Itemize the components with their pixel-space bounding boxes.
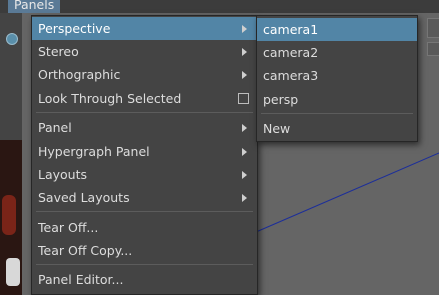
submenu-item-new[interactable]: New <box>257 117 417 140</box>
menu-item-label: Layouts <box>38 167 88 182</box>
menu-separator <box>36 112 253 113</box>
submenu-arrow-icon <box>242 194 247 202</box>
menu-item-saved-layouts[interactable]: Saved Layouts <box>32 186 257 209</box>
panels-menu-button[interactable]: Panels <box>8 0 61 13</box>
menu-item-perspective[interactable]: Perspective <box>32 17 257 40</box>
submenu-arrow-icon <box>242 71 247 79</box>
tool-icon[interactable] <box>6 33 18 45</box>
menu-bar: Panels <box>0 0 439 13</box>
menu-item-tear-off-copy[interactable]: Tear Off Copy... <box>32 239 257 262</box>
menu-item-panel[interactable]: Panel <box>32 116 257 139</box>
menu-item-label: Perspective <box>38 21 111 36</box>
menu-item-stereo[interactable]: Stereo <box>32 40 257 63</box>
menu-item-tear-off[interactable]: Tear Off... <box>32 216 257 239</box>
panel-toolbar-icon[interactable] <box>427 18 439 38</box>
menu-item-hypergraph-panel[interactable]: Hypergraph Panel <box>32 140 257 163</box>
menu-item-label: persp <box>263 92 299 107</box>
submenu-arrow-icon <box>242 148 247 156</box>
viewport-character-detail <box>2 195 16 235</box>
submenu-arrow-icon <box>242 124 247 132</box>
panels-dropdown-menu: Perspective Stereo Orthographic Look Thr… <box>31 15 258 295</box>
menu-item-label: Orthographic <box>38 67 121 82</box>
menu-item-label: Tear Off... <box>38 220 99 235</box>
menu-item-panel-editor[interactable]: Panel Editor... <box>32 268 257 291</box>
menu-separator <box>36 264 253 265</box>
menu-item-label: camera2 <box>263 45 319 60</box>
menu-item-label: Panel <box>38 120 72 135</box>
submenu-item-camera2[interactable]: camera2 <box>257 41 417 64</box>
menu-item-layouts[interactable]: Layouts <box>32 163 257 186</box>
menu-item-label: camera3 <box>263 68 319 83</box>
menu-item-label: Saved Layouts <box>38 190 130 205</box>
menu-item-label: Hypergraph Panel <box>38 144 150 159</box>
menu-item-label: Stereo <box>38 44 79 59</box>
menu-item-label: Panel Editor... <box>38 272 124 287</box>
menu-item-label: New <box>263 121 291 136</box>
menu-item-label: camera1 <box>263 22 319 37</box>
perspective-submenu: camera1 camera2 camera3 persp New <box>256 15 418 142</box>
submenu-item-persp[interactable]: persp <box>257 88 417 111</box>
menu-item-label: Tear Off Copy... <box>38 243 133 258</box>
submenu-arrow-icon <box>242 25 247 33</box>
menu-item-look-through-selected[interactable]: Look Through Selected <box>32 87 257 110</box>
submenu-item-camera3[interactable]: camera3 <box>257 64 417 87</box>
menu-item-orthographic[interactable]: Orthographic <box>32 63 257 86</box>
menu-separator <box>261 113 413 114</box>
menu-separator <box>36 211 253 212</box>
menu-item-label: Look Through Selected <box>38 91 182 106</box>
submenu-item-camera1[interactable]: camera1 <box>257 18 417 41</box>
option-box-icon[interactable] <box>238 93 249 104</box>
viewport-character-detail <box>6 258 20 286</box>
panel-toolbar-icon[interactable] <box>427 42 439 56</box>
submenu-arrow-icon <box>242 171 247 179</box>
submenu-arrow-icon <box>242 48 247 56</box>
